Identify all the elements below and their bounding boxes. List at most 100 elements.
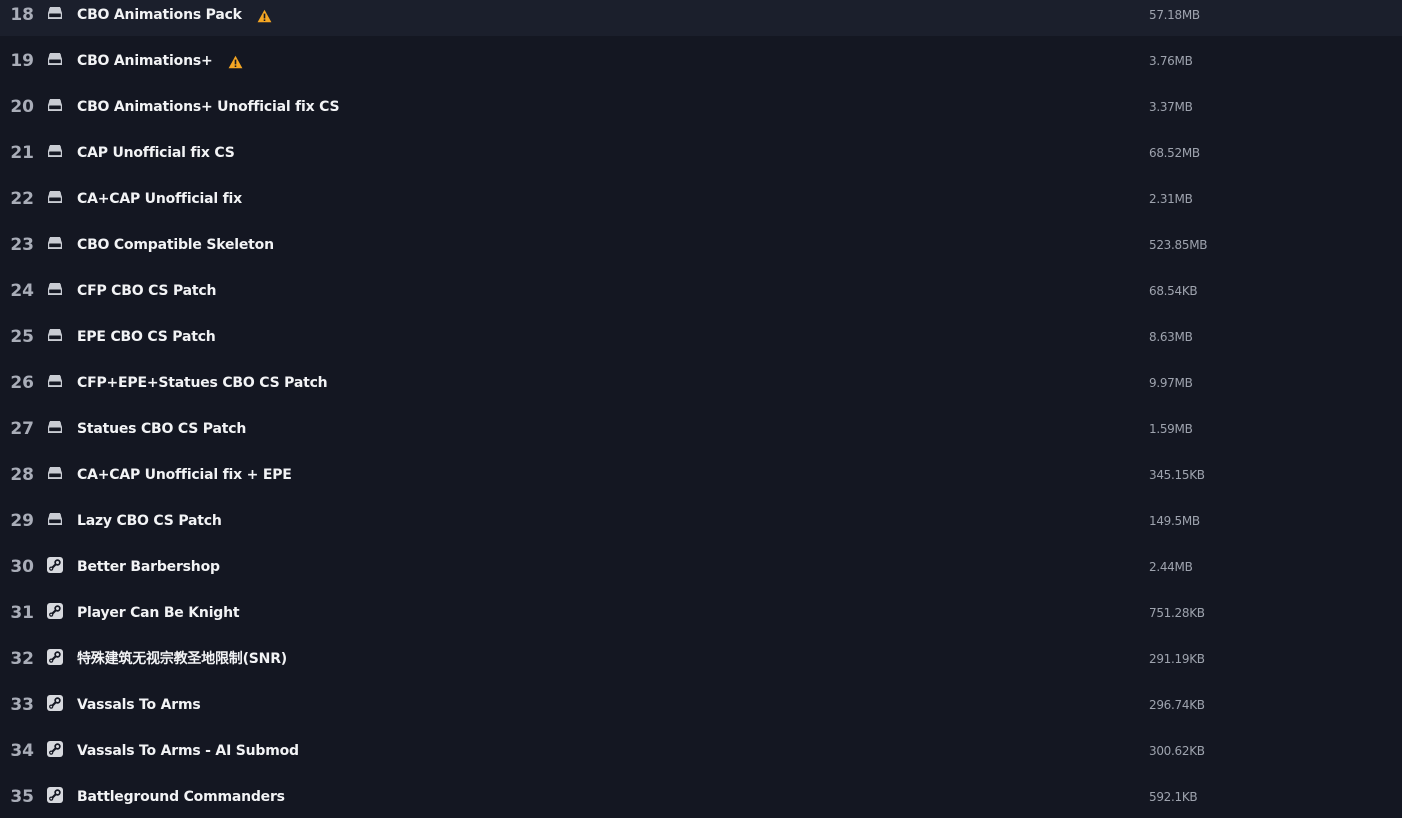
mod-name: CAP Unofficial fix CS <box>77 145 235 161</box>
load-order-index: 23 <box>10 235 34 255</box>
mod-name-container: Vassals To Arms <box>77 694 201 716</box>
load-order-index: 33 <box>10 695 34 715</box>
mod-name: CA+CAP Unofficial fix + EPE <box>77 467 292 483</box>
mod-name-container: CBO Compatible Skeleton <box>77 234 274 256</box>
load-order-index: 29 <box>10 511 34 531</box>
mod-row[interactable]: 21 CAP Unofficial fix CS 68.52MB <box>0 128 1402 174</box>
mod-size: 68.54KB <box>1149 284 1198 298</box>
mod-name-container: EPE CBO CS Patch <box>77 326 216 348</box>
load-order-index: 19 <box>10 51 34 71</box>
mod-name-container: CAP Unofficial fix CS <box>77 142 235 164</box>
steam-icon <box>46 648 64 666</box>
mod-size: 68.52MB <box>1149 146 1200 160</box>
warning-icon[interactable] <box>257 8 272 23</box>
load-order-index: 28 <box>10 465 34 485</box>
mod-name: Vassals To Arms - AI Submod <box>77 743 299 759</box>
local-drive-icon <box>46 464 64 482</box>
steam-icon <box>46 786 64 804</box>
local-drive-icon <box>46 234 64 252</box>
mod-row[interactable]: 34 Vassals To Arms - AI Submod 300.62KB <box>0 726 1402 772</box>
mod-size: 291.19KB <box>1149 652 1205 666</box>
mod-name-container: CFP+EPE+Statues CBO CS Patch <box>77 372 328 394</box>
mod-name-container: CFP CBO CS Patch <box>77 280 216 302</box>
mod-name: Battleground Commanders <box>77 789 285 805</box>
mod-name-container: CA+CAP Unofficial fix + EPE <box>77 464 292 486</box>
mod-row[interactable]: 26 CFP+EPE+Statues CBO CS Patch 9.97MB <box>0 358 1402 404</box>
mod-row[interactable]: 33 Vassals To Arms 296.74KB <box>0 680 1402 726</box>
mod-size: 57.18MB <box>1149 8 1200 22</box>
local-drive-icon <box>46 96 64 114</box>
load-order-index: 25 <box>10 327 34 347</box>
local-drive-icon <box>46 510 64 528</box>
load-order-index: 32 <box>10 649 34 669</box>
mod-row[interactable]: 22 CA+CAP Unofficial fix 2.31MB <box>0 174 1402 220</box>
load-order-index: 27 <box>10 419 34 439</box>
steam-icon <box>46 602 64 620</box>
mod-row[interactable]: 24 CFP CBO CS Patch 68.54KB <box>0 266 1402 312</box>
mod-row[interactable]: 28 CA+CAP Unofficial fix + EPE 345.15KB <box>0 450 1402 496</box>
mod-row[interactable]: 30 Better Barbershop 2.44MB <box>0 542 1402 588</box>
mod-row[interactable]: 25 EPE CBO CS Patch 8.63MB <box>0 312 1402 358</box>
mod-size: 1.59MB <box>1149 422 1193 436</box>
mod-name: CBO Animations+ <box>77 53 213 69</box>
mod-name-container: CBO Animations+ Unofficial fix CS <box>77 96 340 118</box>
mod-size: 8.63MB <box>1149 330 1193 344</box>
load-order-index: 35 <box>10 787 34 807</box>
mod-name-container: Player Can Be Knight <box>77 602 240 624</box>
local-drive-icon <box>46 188 64 206</box>
mod-row[interactable]: 35 Battleground Commanders 592.1KB <box>0 772 1402 818</box>
warning-icon[interactable] <box>228 54 243 69</box>
mod-name: CBO Animations Pack <box>77 7 242 23</box>
mod-name: Player Can Be Knight <box>77 605 240 621</box>
mod-size: 3.76MB <box>1149 54 1193 68</box>
local-drive-icon <box>46 418 64 436</box>
mod-row[interactable]: 23 CBO Compatible Skeleton 523.85MB <box>0 220 1402 266</box>
steam-icon <box>46 694 64 712</box>
local-drive-icon <box>46 50 64 68</box>
load-order-index: 24 <box>10 281 34 301</box>
mod-size: 296.74KB <box>1149 698 1205 712</box>
load-order-index: 21 <box>10 143 34 163</box>
load-order-index: 20 <box>10 97 34 117</box>
mod-row[interactable]: 29 Lazy CBO CS Patch 149.5MB <box>0 496 1402 542</box>
mod-row[interactable]: 18 CBO Animations Pack 57.18MB <box>0 0 1402 36</box>
steam-icon <box>46 740 64 758</box>
mod-size: 751.28KB <box>1149 606 1205 620</box>
mod-row[interactable]: 27 Statues CBO CS Patch 1.59MB <box>0 404 1402 450</box>
mod-name: 特殊建筑无视宗教圣地限制(SNR) <box>77 651 287 667</box>
mod-row[interactable]: 31 Player Can Be Knight 751.28KB <box>0 588 1402 634</box>
mod-size: 2.44MB <box>1149 560 1193 574</box>
mod-name-container: CA+CAP Unofficial fix <box>77 188 242 210</box>
mod-row[interactable]: 20 CBO Animations+ Unofficial fix CS 3.3… <box>0 82 1402 128</box>
load-order-index: 22 <box>10 189 34 209</box>
mod-name: Lazy CBO CS Patch <box>77 513 222 529</box>
load-order-index: 26 <box>10 373 34 393</box>
mod-row[interactable]: 19 CBO Animations+ 3.76MB <box>0 36 1402 82</box>
load-order-index: 34 <box>10 741 34 761</box>
load-order-index: 30 <box>10 557 34 577</box>
mod-name: Vassals To Arms <box>77 697 201 713</box>
mod-name-container: Lazy CBO CS Patch <box>77 510 222 532</box>
mod-name: Statues CBO CS Patch <box>77 421 247 437</box>
mod-name-container: CBO Animations+ <box>77 50 243 72</box>
local-drive-icon <box>46 372 64 390</box>
mod-name: CA+CAP Unofficial fix <box>77 191 242 207</box>
local-drive-icon <box>46 142 64 160</box>
mod-row[interactable]: 32 特殊建筑无视宗教圣地限制(SNR) 291.19KB <box>0 634 1402 680</box>
mod-name: CFP+EPE+Statues CBO CS Patch <box>77 375 328 391</box>
mod-size: 149.5MB <box>1149 514 1200 528</box>
mod-size: 592.1KB <box>1149 790 1198 804</box>
mod-name-container: Vassals To Arms - AI Submod <box>77 740 299 762</box>
mod-size: 345.15KB <box>1149 468 1205 482</box>
mod-name: CFP CBO CS Patch <box>77 283 217 299</box>
mod-list: 18 CBO Animations Pack 57.18MB 19 CBO An… <box>0 0 1402 818</box>
mod-name: EPE CBO CS Patch <box>77 329 216 345</box>
mod-size: 2.31MB <box>1149 192 1193 206</box>
mod-name: CBO Animations+ Unofficial fix CS <box>77 99 340 115</box>
mod-size: 9.97MB <box>1149 376 1193 390</box>
mod-size: 523.85MB <box>1149 238 1208 252</box>
steam-icon <box>46 556 64 574</box>
local-drive-icon <box>46 4 64 22</box>
mod-name: Better Barbershop <box>77 559 220 575</box>
mod-name-container: 特殊建筑无视宗教圣地限制(SNR) <box>77 648 287 670</box>
